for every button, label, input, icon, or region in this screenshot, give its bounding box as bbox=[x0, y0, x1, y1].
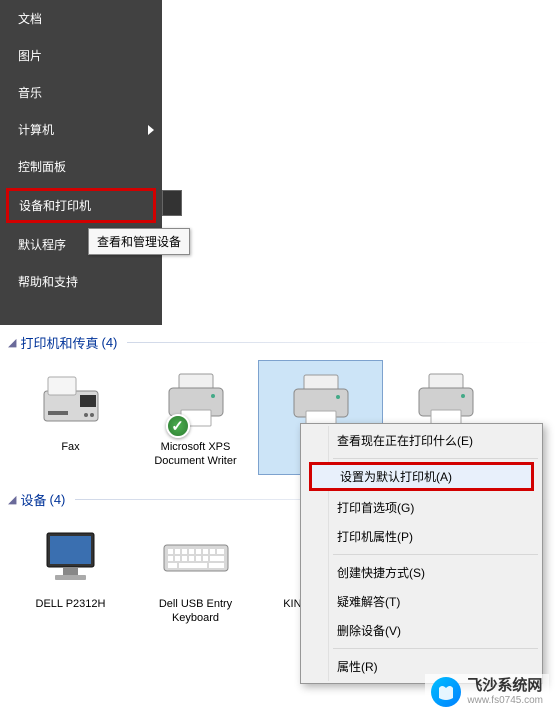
start-menu-documents[interactable]: 文档 bbox=[0, 0, 162, 37]
fax-icon bbox=[31, 366, 111, 434]
collapse-icon: ◢ bbox=[8, 493, 16, 506]
device-label: Fax bbox=[10, 440, 131, 454]
watermark-logo-icon bbox=[431, 677, 461, 707]
device-xps-writer[interactable]: ✓ Microsoft XPS Document Writer bbox=[133, 360, 258, 475]
start-menu-computer[interactable]: 计算机 bbox=[0, 111, 162, 148]
chevron-right-icon bbox=[148, 125, 154, 135]
default-check-icon: ✓ bbox=[166, 414, 190, 438]
context-menu-separator bbox=[333, 458, 538, 459]
printer-icon: ✓ bbox=[156, 366, 236, 434]
start-menu-help-support[interactable]: 帮助和支持 bbox=[0, 263, 162, 300]
device-monitor[interactable]: DELL P2312H bbox=[8, 517, 133, 632]
watermark-title: 飞沙系统网 bbox=[467, 678, 543, 695]
start-menu-music[interactable]: 音乐 bbox=[0, 74, 162, 111]
start-menu-pictures[interactable]: 图片 bbox=[0, 37, 162, 74]
device-label: Microsoft XPS Document Writer bbox=[135, 440, 256, 469]
start-menu-control-panel[interactable]: 控制面板 bbox=[0, 148, 162, 185]
collapse-icon: ◢ bbox=[8, 336, 16, 349]
context-troubleshoot[interactable]: 疑难解答(T) bbox=[303, 587, 540, 616]
printers-section-count: (4) bbox=[101, 335, 117, 350]
context-menu-separator bbox=[333, 648, 538, 649]
device-label: DELL P2312H bbox=[10, 597, 131, 611]
devices-section-title: 设备 bbox=[20, 490, 46, 509]
watermark-url: www.fs0745.com bbox=[467, 695, 543, 706]
device-fax[interactable]: Fax bbox=[8, 360, 133, 475]
context-create-shortcut[interactable]: 创建快捷方式(S) bbox=[303, 558, 540, 587]
start-menu-panel: 文档 图片 音乐 计算机 控制面板 设备和打印机 默认程序 帮助和支持 bbox=[0, 0, 162, 325]
context-printing-preferences[interactable]: 打印首选项(G) bbox=[303, 493, 540, 522]
context-printer-properties[interactable]: 打印机属性(P) bbox=[303, 522, 540, 551]
printers-section-title: 打印机和传真 bbox=[20, 333, 98, 352]
devices-section-count: (4) bbox=[49, 492, 65, 507]
context-remove-device[interactable]: 删除设备(V) bbox=[303, 616, 540, 645]
watermark-text: 飞沙系统网 www.fs0745.com bbox=[467, 678, 543, 706]
device-label: Dell USB Entry Keyboard bbox=[135, 597, 256, 626]
start-menu-devices-printers[interactable]: 设备和打印机 bbox=[6, 188, 156, 223]
context-menu-separator bbox=[333, 554, 538, 555]
section-divider bbox=[127, 342, 551, 343]
start-menu-computer-label: 计算机 bbox=[18, 123, 54, 137]
context-see-whats-printing[interactable]: 查看现在正在打印什么(E) bbox=[303, 426, 540, 455]
watermark: 飞沙系统网 www.fs0745.com bbox=[425, 674, 549, 710]
start-menu-tooltip: 查看和管理设备 bbox=[88, 228, 190, 255]
device-keyboard[interactable]: Dell USB Entry Keyboard bbox=[133, 517, 258, 632]
keyboard-icon bbox=[156, 523, 236, 591]
context-set-default-printer[interactable]: 设置为默认打印机(A) bbox=[309, 462, 534, 491]
printers-section-header[interactable]: ◢ 打印机和传真 (4) bbox=[8, 333, 551, 352]
printer-context-menu: 查看现在正在打印什么(E) 设置为默认打印机(A) 打印首选项(G) 打印机属性… bbox=[300, 423, 543, 684]
submenu-indicator bbox=[162, 190, 182, 216]
monitor-icon bbox=[31, 523, 111, 591]
